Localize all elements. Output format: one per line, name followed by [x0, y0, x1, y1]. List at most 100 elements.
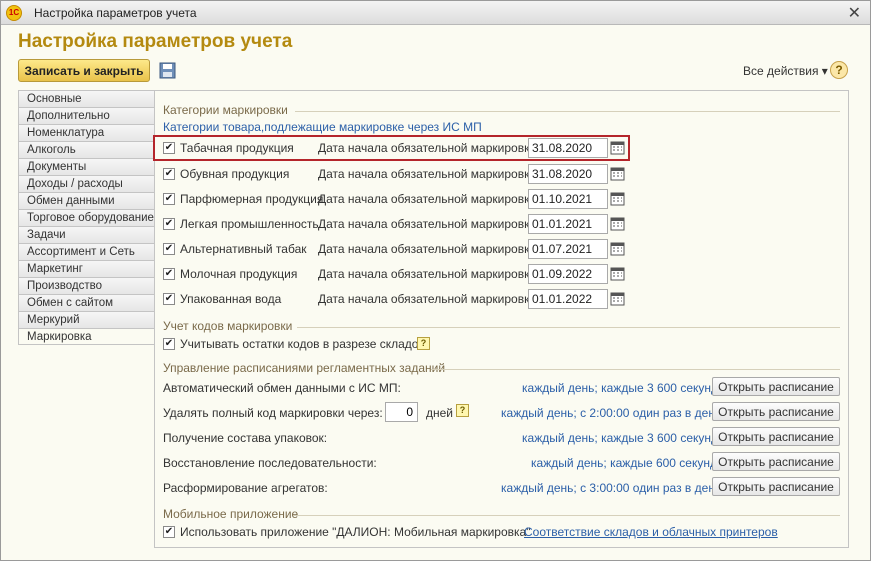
- codes-row: ✔ Учитывать остатки кодов в разрезе скла…: [163, 334, 628, 354]
- title-bar: 1С Настройка параметров учета ✕: [1, 1, 870, 25]
- settings-tabs: Основные Дополнительно Номенклатура Алко…: [18, 90, 157, 345]
- schedule-aggregates-label: Расформирование агрегатов:: [163, 481, 328, 495]
- tab-alkogol[interactable]: Алкоголь: [18, 141, 155, 158]
- tab-osnovnye[interactable]: Основные: [18, 90, 155, 107]
- open-schedule-button-3[interactable]: Открыть расписание: [712, 427, 840, 446]
- open-schedule-button-2[interactable]: Открыть расписание: [712, 402, 840, 421]
- group-divider: [431, 369, 840, 370]
- mobile-app-label: Использовать приложение "ДАЛИОН: Мобильн…: [180, 525, 531, 539]
- light-industry-date-label: Дата начала обязательной маркировки:: [318, 217, 540, 231]
- shoes-checkbox[interactable]: ✔: [163, 168, 175, 180]
- schedule-packages-link[interactable]: каждый день; каждые 3 600 секунд: [522, 431, 718, 445]
- calendar-icon[interactable]: [609, 215, 626, 233]
- marking-row-shoes: ✔ Обувная продукция Дата начала обязател…: [163, 164, 628, 184]
- days-help-icon[interactable]: ?: [456, 404, 469, 417]
- codes-by-warehouse-checkbox[interactable]: ✔: [163, 338, 175, 350]
- marking-row-tobacco: ✔ Табачная продукция Дата начала обязате…: [153, 135, 630, 161]
- schedule-packages-label: Получение состава упаковок:: [163, 431, 328, 445]
- marking-categories-group-title: Категории маркировки: [163, 103, 288, 117]
- alt-tobacco-checkbox[interactable]: ✔: [163, 243, 175, 255]
- tab-dopolnitelno[interactable]: Дополнительно: [18, 107, 155, 124]
- schedule-delete-code-link[interactable]: каждый день; с 2:00:00 один раз в день: [501, 406, 721, 420]
- calendar-icon[interactable]: [609, 290, 626, 308]
- water-checkbox[interactable]: ✔: [163, 293, 175, 305]
- codes-by-warehouse-label: Учитывать остатки кодов в разрезе складо…: [180, 337, 425, 351]
- schedule-auto-exchange-link[interactable]: каждый день; каждые 3 600 секунд: [522, 381, 718, 395]
- perfume-date-label: Дата начала обязательной маркировки:: [318, 192, 540, 206]
- mobile-app-checkbox[interactable]: ✔: [163, 526, 175, 538]
- shoes-label: Обувная продукция: [180, 167, 290, 181]
- shoes-date-input[interactable]: [528, 164, 608, 184]
- dairy-label: Молочная продукция: [180, 267, 298, 281]
- dairy-checkbox[interactable]: ✔: [163, 268, 175, 280]
- group-divider: [297, 327, 840, 328]
- tab-obmen-s-saytom[interactable]: Обмен с сайтом: [18, 294, 155, 311]
- marking-row-light-industry: ✔ Легкая промышленность Дата начала обяз…: [163, 214, 628, 234]
- schedule-sequence-link[interactable]: каждый день; каждые 600 секунд: [531, 456, 717, 470]
- tobacco-label: Табачная продукция: [180, 141, 294, 155]
- marking-row-dairy: ✔ Молочная продукция Дата начала обязате…: [163, 264, 628, 284]
- tobacco-date-label: Дата начала обязательной маркировки:: [318, 141, 540, 155]
- water-date-input[interactable]: [528, 289, 608, 309]
- perfume-date-input[interactable]: [528, 189, 608, 209]
- tobacco-date-input[interactable]: [528, 138, 608, 158]
- shoes-date-label: Дата начала обязательной маркировки:: [318, 167, 540, 181]
- schedule-sequence-label: Восстановление последовательности:: [163, 456, 377, 470]
- group-divider: [295, 111, 840, 112]
- schedule-group-title: Управление расписаниями регламентных зад…: [163, 361, 446, 375]
- light-industry-checkbox[interactable]: ✔: [163, 218, 175, 230]
- schedule-delete-code-label: Удалять полный код маркировки через:: [163, 406, 383, 420]
- dairy-date-input[interactable]: [528, 264, 608, 284]
- save-icon[interactable]: [159, 62, 176, 79]
- 1c-logo-icon: 1С: [6, 5, 22, 21]
- page-title: Настройка параметров учета: [18, 31, 293, 52]
- open-schedule-button-4[interactable]: Открыть расписание: [712, 452, 840, 471]
- tab-torgovoe-oborudovanie[interactable]: Торговое оборудование: [18, 209, 155, 226]
- alt-tobacco-label: Альтернативный табак: [180, 242, 307, 256]
- light-industry-label: Легкая промышленность: [180, 217, 319, 231]
- tab-nomenklatura[interactable]: Номенклатура: [18, 124, 155, 141]
- light-industry-date-input[interactable]: [528, 214, 608, 234]
- mobile-group-title: Мобильное приложение: [163, 507, 299, 521]
- group-divider: [293, 515, 840, 516]
- days-input[interactable]: [385, 402, 418, 422]
- marking-row-water: ✔ Упакованная вода Дата начала обязатель…: [163, 289, 628, 309]
- warehouses-printers-link[interactable]: Соответствие складов и облачных принтеро…: [524, 525, 778, 539]
- save-and-close-button[interactable]: Записать и закрыть: [18, 59, 150, 82]
- marking-row-alt-tobacco: ✔ Альтернативный табак Дата начала обяза…: [163, 239, 628, 259]
- help-icon[interactable]: ?: [830, 61, 848, 79]
- schedule-auto-exchange-label: Автоматический обмен данными с ИС МП:: [163, 381, 401, 395]
- tab-dokumenty[interactable]: Документы: [18, 158, 155, 175]
- close-icon[interactable]: ✕: [848, 3, 861, 23]
- codes-help-icon[interactable]: ?: [417, 337, 430, 350]
- all-actions-menu[interactable]: Все действия ▾: [743, 64, 828, 78]
- calendar-icon[interactable]: [609, 165, 626, 183]
- perfume-label: Парфюмерная продукция: [180, 192, 324, 206]
- tab-obmen-dannymi[interactable]: Обмен данными: [18, 192, 155, 209]
- calendar-icon[interactable]: [609, 240, 626, 258]
- codes-group-title: Учет кодов маркировки: [163, 319, 293, 333]
- tab-marketing[interactable]: Маркетинг: [18, 260, 155, 277]
- calendar-icon[interactable]: [609, 190, 626, 208]
- perfume-checkbox[interactable]: ✔: [163, 193, 175, 205]
- tab-dohody-rashody[interactable]: Доходы / расходы: [18, 175, 155, 192]
- tab-proizvodstvo[interactable]: Производство: [18, 277, 155, 294]
- open-schedule-button-1[interactable]: Открыть расписание: [712, 377, 840, 396]
- dairy-date-label: Дата начала обязательной маркировки:: [318, 267, 540, 281]
- alt-tobacco-date-label: Дата начала обязательной маркировки:: [318, 242, 540, 256]
- window-title: Настройка параметров учета: [34, 6, 197, 20]
- mobile-row: ✔ Использовать приложение "ДАЛИОН: Мобил…: [163, 522, 823, 542]
- tab-markirovka[interactable]: Маркировка: [18, 328, 157, 345]
- toolbar: Записать и закрыть Все действия ▾ ?: [18, 59, 853, 83]
- settings-window: 1С Настройка параметров учета ✕ Настройк…: [0, 0, 871, 561]
- alt-tobacco-date-input[interactable]: [528, 239, 608, 259]
- calendar-icon[interactable]: [609, 265, 626, 283]
- tab-assortiment-i-set[interactable]: Ассортимент и Сеть: [18, 243, 155, 260]
- calendar-icon[interactable]: [609, 139, 626, 157]
- schedule-aggregates-link[interactable]: каждый день; с 3:00:00 один раз в день: [501, 481, 721, 495]
- tab-zadachi[interactable]: Задачи: [18, 226, 155, 243]
- open-schedule-button-5[interactable]: Открыть расписание: [712, 477, 840, 496]
- tab-merkuriy[interactable]: Меркурий: [18, 311, 155, 328]
- marking-categories-caption: Категории товара,подлежащие маркировке ч…: [163, 120, 482, 134]
- tobacco-checkbox[interactable]: ✔: [163, 142, 175, 154]
